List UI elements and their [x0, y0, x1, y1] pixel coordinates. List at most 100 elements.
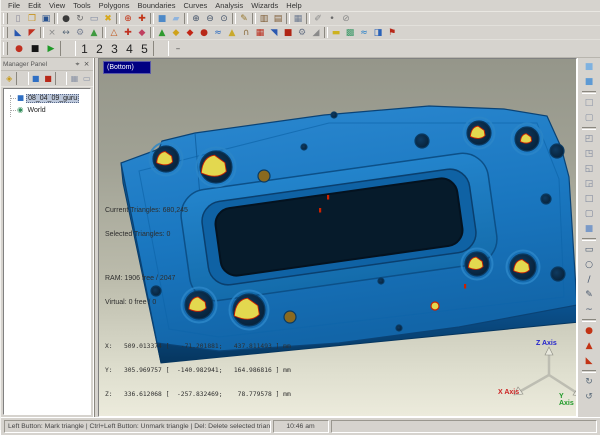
- cube-tool-icon[interactable]: ◆: [135, 27, 149, 39]
- record-button[interactable]: ●: [11, 41, 27, 56]
- flat-view-icon[interactable]: □: [581, 96, 597, 110]
- mesh-doctor-icon[interactable]: ✚: [121, 27, 135, 39]
- deviation-icon[interactable]: ▬: [329, 27, 343, 39]
- curve-select-icon[interactable]: ~: [581, 303, 597, 317]
- menu-item[interactable]: Analysis: [211, 0, 247, 11]
- fill-defect-icon[interactable]: ▲: [581, 339, 597, 353]
- lasso-select-icon[interactable]: ○: [581, 258, 597, 272]
- view-back-icon[interactable]: ◳: [581, 147, 597, 161]
- new-file-icon[interactable]: ▯: [11, 13, 25, 25]
- move-tool-icon[interactable]: ↔: [59, 27, 73, 39]
- registration-target-icon[interactable]: ⊕: [121, 13, 135, 25]
- flip-normal-icon[interactable]: ◤: [25, 27, 39, 39]
- view-preset-button[interactable]: 3: [107, 41, 122, 56]
- wireframe-view-icon[interactable]: ▢: [581, 111, 597, 125]
- hourglass-icon[interactable]: ✖: [101, 13, 115, 25]
- zoom-out-icon[interactable]: ⊖: [203, 13, 217, 25]
- zoom-in-icon[interactable]: ⊕: [189, 13, 203, 25]
- sphere-select-icon[interactable]: ●: [197, 27, 211, 39]
- point-tool-icon[interactable]: •: [325, 13, 339, 25]
- mesh-red-icon[interactable]: ■: [42, 72, 54, 85]
- wrench-icon[interactable]: ✐: [311, 13, 325, 25]
- grid-icon[interactable]: ▦: [291, 13, 305, 25]
- menu-item[interactable]: Edit: [24, 0, 45, 11]
- measure-icon[interactable]: ▥: [257, 13, 271, 25]
- toolbar-grip[interactable]: [3, 27, 8, 37]
- menu-item[interactable]: Help: [282, 0, 305, 11]
- mesh-object-icon[interactable]: ■: [30, 72, 42, 85]
- sphere-tool-icon[interactable]: ●: [59, 13, 73, 25]
- align-crosshair-icon[interactable]: ✚: [135, 13, 149, 25]
- tree-item[interactable]: ◉ World: [11, 104, 89, 116]
- orbit-icon[interactable]: ↻: [581, 375, 597, 389]
- view-bottom-icon[interactable]: ▢: [581, 207, 597, 221]
- shaded-view-icon[interactable]: ■: [581, 60, 597, 74]
- dash-button[interactable]: –: [170, 41, 186, 56]
- backslash-icon[interactable]: ◥: [267, 27, 281, 39]
- menu-item[interactable]: Curves: [179, 0, 211, 11]
- pen-select-icon[interactable]: ✎: [581, 288, 597, 302]
- gears-icon[interactable]: ⚙: [73, 27, 87, 39]
- paint-defect-icon[interactable]: ●: [581, 324, 597, 338]
- tree-item[interactable]: ■ 08_04_09_guru: [11, 92, 89, 104]
- menu-item[interactable]: Boundaries: [134, 0, 180, 11]
- pan-icon[interactable]: ↺: [581, 390, 597, 404]
- red-cube-icon[interactable]: ■: [281, 27, 295, 39]
- shaded-edges-view-icon[interactable]: ■: [581, 75, 597, 89]
- zoom-window-icon[interactable]: ⊙: [217, 13, 231, 25]
- menu-item[interactable]: Polygons: [95, 0, 134, 11]
- view-preset-button[interactable]: 4: [122, 41, 137, 56]
- wedge-tool-icon[interactable]: ◣: [581, 354, 597, 368]
- view-front-icon[interactable]: ◰: [581, 132, 597, 146]
- refine-mesh-icon[interactable]: △: [107, 27, 121, 39]
- defect-mark-icon[interactable]: ◆: [183, 27, 197, 39]
- menu-item[interactable]: Tools: [69, 0, 95, 11]
- grid-delete-icon[interactable]: ▦: [253, 27, 267, 39]
- compare-icon[interactable]: ◨: [371, 27, 385, 39]
- save-icon[interactable]: ▣: [39, 13, 53, 25]
- toolbar-grip[interactable]: [3, 13, 8, 23]
- texture-icon[interactable]: ▩: [343, 27, 357, 39]
- menu-item[interactable]: View: [45, 0, 69, 11]
- ramp-icon[interactable]: ◢: [309, 27, 323, 39]
- stop-button[interactable]: ■: [27, 41, 43, 56]
- menu-item[interactable]: Wizards: [247, 0, 282, 11]
- wave-icon[interactable]: ≈: [211, 27, 225, 39]
- smooth-mesh-icon[interactable]: ▲: [87, 27, 101, 39]
- gear-edit-icon[interactable]: ⚙: [295, 27, 309, 39]
- view-top-icon[interactable]: □: [581, 192, 597, 206]
- plane-icon[interactable]: ▰: [169, 13, 183, 25]
- camera-view-icon[interactable]: ▭: [81, 72, 93, 85]
- wave-analysis-icon[interactable]: ≈: [357, 27, 371, 39]
- rotate-object-icon[interactable]: ↻: [73, 13, 87, 25]
- window-tool-icon[interactable]: ▭: [87, 13, 101, 25]
- viewport-3d[interactable]: (Bottom) Current Triangles: 680,245 Sele…: [98, 58, 577, 417]
- toolbar-grip[interactable]: [3, 42, 8, 56]
- pencil-icon[interactable]: ✎: [237, 13, 251, 25]
- measure-compare-icon[interactable]: ▤: [271, 13, 285, 25]
- disable-icon[interactable]: ⊘: [339, 13, 353, 25]
- view-preset-button[interactable]: 1: [77, 41, 92, 56]
- close-icon[interactable]: ×: [82, 60, 91, 68]
- select-tool-icon[interactable]: ◈: [3, 72, 15, 85]
- menu-item[interactable]: File: [4, 0, 24, 11]
- open-file-icon[interactable]: ❐: [25, 13, 39, 25]
- view-right-icon[interactable]: ◲: [581, 177, 597, 191]
- view-iso-icon[interactable]: ■: [581, 222, 597, 236]
- bridge-icon[interactable]: ∩: [239, 27, 253, 39]
- flag-icon[interactable]: ⚑: [385, 27, 399, 39]
- line-select-icon[interactable]: /: [581, 273, 597, 287]
- view-preset-button[interactable]: 2: [92, 41, 107, 56]
- view-left-icon[interactable]: ◱: [581, 162, 597, 176]
- pin-icon[interactable]: ⌖: [73, 60, 82, 69]
- gold-part-icon[interactable]: ◆: [169, 27, 183, 39]
- castle-icon[interactable]: ▲: [225, 27, 239, 39]
- fill-hole-icon[interactable]: ◣: [11, 27, 25, 39]
- view-preset-button[interactable]: 5: [137, 41, 152, 56]
- rect-select-icon[interactable]: ▭: [581, 243, 597, 257]
- view-list-icon[interactable]: ▦: [68, 72, 80, 85]
- delete-tool-icon[interactable]: ×: [45, 27, 59, 39]
- play-button[interactable]: ▶: [43, 41, 59, 56]
- shade-box-icon[interactable]: ■: [155, 13, 169, 25]
- rgb-triangle-icon[interactable]: ▲: [155, 27, 169, 39]
